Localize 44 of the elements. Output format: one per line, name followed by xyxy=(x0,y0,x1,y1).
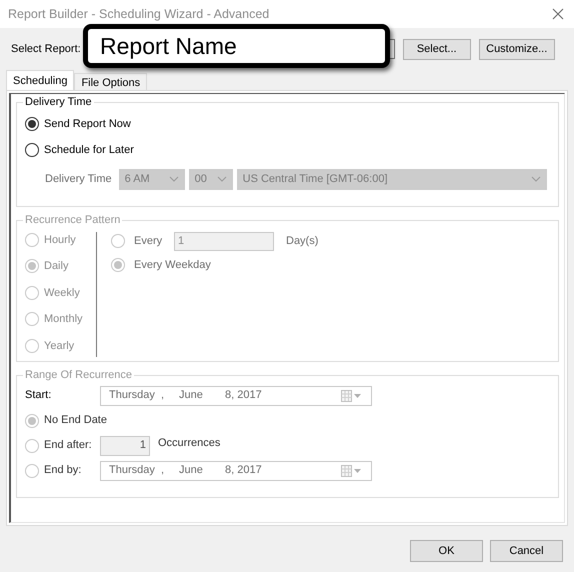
date-month: June xyxy=(179,388,204,404)
date-day-year: 8, 2017 xyxy=(225,463,263,478)
calendar-icon[interactable] xyxy=(341,390,363,402)
radio-label: Monthly xyxy=(44,312,83,327)
date-separator: , xyxy=(161,388,166,404)
dialog-button[interactable]: Cancel xyxy=(490,540,563,562)
radio-label: End after: xyxy=(44,438,92,454)
radio-button[interactable] xyxy=(25,116,39,131)
date-separator: , xyxy=(161,463,166,478)
tab[interactable]: Scheduling xyxy=(6,70,74,90)
caret-icon xyxy=(216,176,227,182)
field-label: Delivery Time xyxy=(45,172,112,187)
radio-label: No End Date xyxy=(44,413,107,428)
close-icon[interactable] xyxy=(552,8,564,20)
radio-label: Every Weekday xyxy=(134,258,211,272)
report-name-tooltip: Report Name xyxy=(83,24,390,68)
group-title: Range Of Recurrence xyxy=(24,368,133,383)
radio-label: Schedule for Later xyxy=(44,143,134,158)
calendar-icon[interactable] xyxy=(341,464,363,476)
radio-button[interactable] xyxy=(25,143,39,158)
unit-label: Day(s) xyxy=(286,234,318,249)
tab[interactable]: File Options xyxy=(74,73,148,90)
dialog-button[interactable]: OK xyxy=(410,540,483,562)
date-month: June xyxy=(179,463,204,478)
caret-icon xyxy=(168,176,179,182)
window-title: Report Builder - Scheduling Wizard - Advanced xyxy=(8,6,270,23)
caret-icon xyxy=(530,176,541,182)
date-day: Thursday xyxy=(109,387,161,404)
field-label: Select Report: xyxy=(11,42,81,57)
group-title: Recurrence Pattern xyxy=(24,213,122,228)
radio-label: Every xyxy=(134,234,164,249)
date-day: Thursday xyxy=(109,462,161,479)
field-label: Start: xyxy=(25,388,52,404)
unit-label: Occurrences xyxy=(158,436,220,452)
date-day-year: 8, 2017 xyxy=(225,388,263,404)
radio-label: Weekly xyxy=(44,286,80,300)
radio-label: Send Report Now xyxy=(44,116,131,132)
radio-label: Yearly xyxy=(44,338,74,354)
radio-label: Daily xyxy=(44,259,68,274)
dialog-button[interactable]: Customize... xyxy=(478,38,555,60)
radio-label: End by: xyxy=(44,463,82,478)
group-title: Delivery Time xyxy=(24,95,93,110)
radio-label: Hourly xyxy=(44,232,76,248)
dialog-button[interactable]: Select... xyxy=(402,38,471,60)
